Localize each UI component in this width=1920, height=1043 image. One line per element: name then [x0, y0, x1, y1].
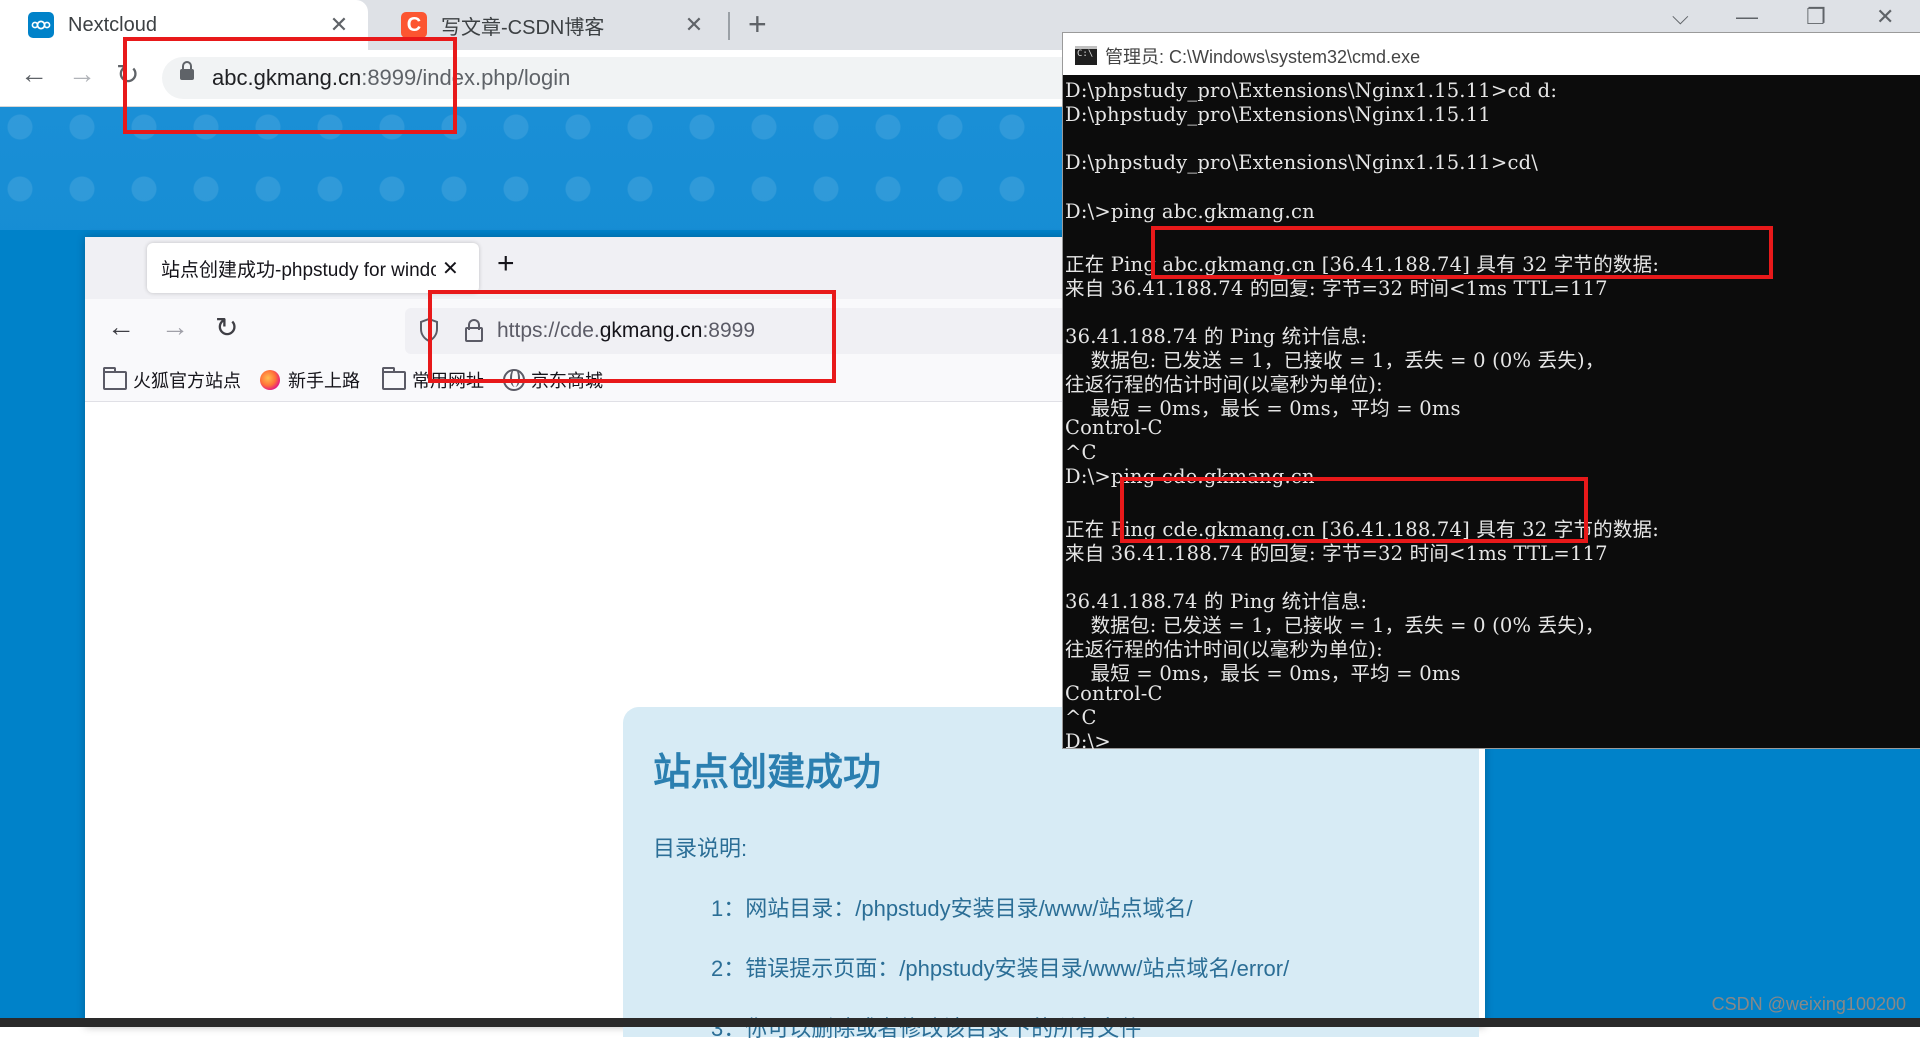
page-title: 站点创建成功 [653, 752, 882, 794]
firefox-icon [260, 370, 280, 390]
minimize-button[interactable]: — [1736, 4, 1758, 30]
watermark: CSDN @weixing100200 [1711, 994, 1906, 1014]
tab-label: 写文章-CSDN博客 [441, 16, 605, 39]
new-tab-button[interactable]: + [497, 247, 515, 281]
cmd-titlebar[interactable]: 管理员: C:\Windows\system32\cmd.exe [1063, 33, 1920, 75]
cmd-icon [1075, 46, 1097, 65]
list-item: 1：网站目录：/phpstudy安装目录/www/站点域名/ [711, 896, 1193, 921]
close-tab-icon[interactable]: ✕ [442, 256, 459, 281]
tab-label: Nextcloud [68, 13, 157, 36]
cmd-window[interactable]: 管理员: C:\Windows\system32\cmd.exe D:\phps… [1062, 32, 1920, 753]
console-line: D:\phpstudy_pro\Extensions\Nginx1.15.11>… [1065, 151, 1539, 175]
console-output[interactable]: D:\phpstudy_pro\Extensions\Nginx1.15.11>… [1063, 77, 1920, 753]
new-tab-button[interactable]: + [748, 6, 767, 43]
console-line: D:\> [1065, 729, 1111, 753]
highlight-box [123, 37, 457, 134]
close-window-button[interactable]: ✕ [1876, 4, 1894, 30]
firefox-tab-phpstudy[interactable]: 站点创建成功-phpstudy for windows ✕ [147, 243, 479, 293]
restore-button[interactable]: ❐ [1806, 4, 1826, 30]
phpstudy-success-card: 站点创建成功 目录说明: 1：网站目录：/phpstudy安装目录/www/站点… [623, 707, 1479, 1041]
bookmark-item[interactable]: 火狐官方站点 [103, 366, 241, 393]
taskbar [0, 1018, 1920, 1027]
list-item: 3：你可以删除或者修改该目录下的所有文件 [711, 1016, 1142, 1041]
console-line: Control-C [1065, 681, 1163, 705]
nextcloud-logo-icon [28, 12, 54, 38]
bookmark-label: 火狐官方站点 [133, 371, 241, 391]
console-line: ^C [1065, 440, 1097, 464]
console-line: D:\phpstudy_pro\Extensions\Nginx1.15.11 [1065, 103, 1491, 127]
list-item: 2：错误提示页面：/phpstudy安装目录/www/站点域名/error/ [711, 956, 1290, 981]
bookmark-item[interactable]: 新手上路 [260, 367, 360, 393]
highlight-box [1120, 477, 1588, 543]
close-tab-icon[interactable]: ✕ [324, 12, 354, 38]
folder-icon [103, 366, 127, 390]
back-button[interactable]: ← [107, 311, 135, 343]
tab-label: 站点创建成功-phpstudy for windows [161, 259, 436, 281]
highlight-box [1151, 226, 1773, 279]
chevron-down-icon[interactable]: ⌵ [1672, 4, 1689, 30]
forward-button[interactable]: → [161, 311, 189, 343]
highlight-box [428, 290, 836, 383]
console-line: D:\>ping abc.gkmang.cn [1065, 199, 1315, 223]
csdn-logo-icon: C [401, 12, 427, 38]
console-line: ^C [1065, 705, 1097, 729]
console-line: D:\phpstudy_pro\Extensions\Nginx1.15.11>… [1065, 79, 1558, 102]
bookmark-label: 新手上路 [288, 371, 360, 391]
forward-button[interactable]: → [68, 58, 96, 90]
window-title: 管理员: C:\Windows\system32\cmd.exe [1105, 47, 1421, 67]
close-tab-icon[interactable]: ✕ [679, 12, 709, 38]
reload-button[interactable]: ↻ [215, 311, 238, 344]
folder-icon [382, 366, 406, 390]
tab-divider [728, 12, 730, 40]
section-label: 目录说明: [653, 836, 748, 861]
console-line: Control-C [1065, 416, 1163, 440]
back-button[interactable]: ← [20, 58, 48, 90]
